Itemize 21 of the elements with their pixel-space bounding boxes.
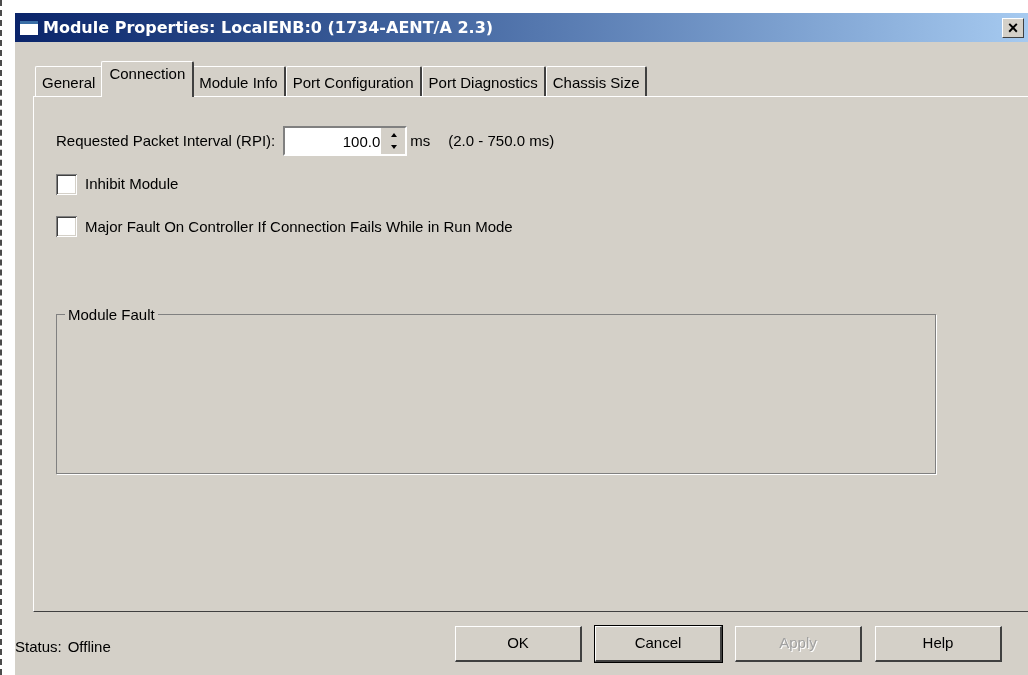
range-label: (2.0 - 750.0 ms) (448, 130, 555, 151)
checkbox[interactable] (56, 216, 77, 238)
dialog-button[interactable]: Cancel (595, 625, 722, 662)
tab[interactable]: Module Info (192, 66, 286, 96)
tab[interactable]: Connection (101, 61, 195, 97)
dialog-button[interactable]: Help (875, 625, 1002, 662)
checkbox[interactable] (56, 173, 77, 195)
checkbox-label: Major Fault On Controller If Connection Fails While in Run Mode (85, 216, 513, 237)
rpi-label: Requested Packet Interval (RPI): (56, 130, 276, 151)
tab[interactable]: Chassis Size (545, 66, 648, 96)
window-title: Module Properties: LocalENB:0 (1734-AENT/A 2.3) (43, 16, 495, 39)
close-button[interactable]: × (1002, 17, 1024, 38)
status-value: Offline (67, 637, 112, 658)
checkbox-label: Inhibit Module (85, 174, 179, 194)
tab[interactable]: Port Configuration (285, 66, 422, 96)
dialog-button[interactable]: OK (455, 625, 582, 662)
tab[interactable]: Port Diagnostics (421, 66, 546, 96)
status-label: Status: (15, 637, 62, 658)
tab[interactable]: General (35, 66, 104, 96)
window-icon (19, 19, 39, 36)
unit-label: ms (410, 130, 431, 151)
